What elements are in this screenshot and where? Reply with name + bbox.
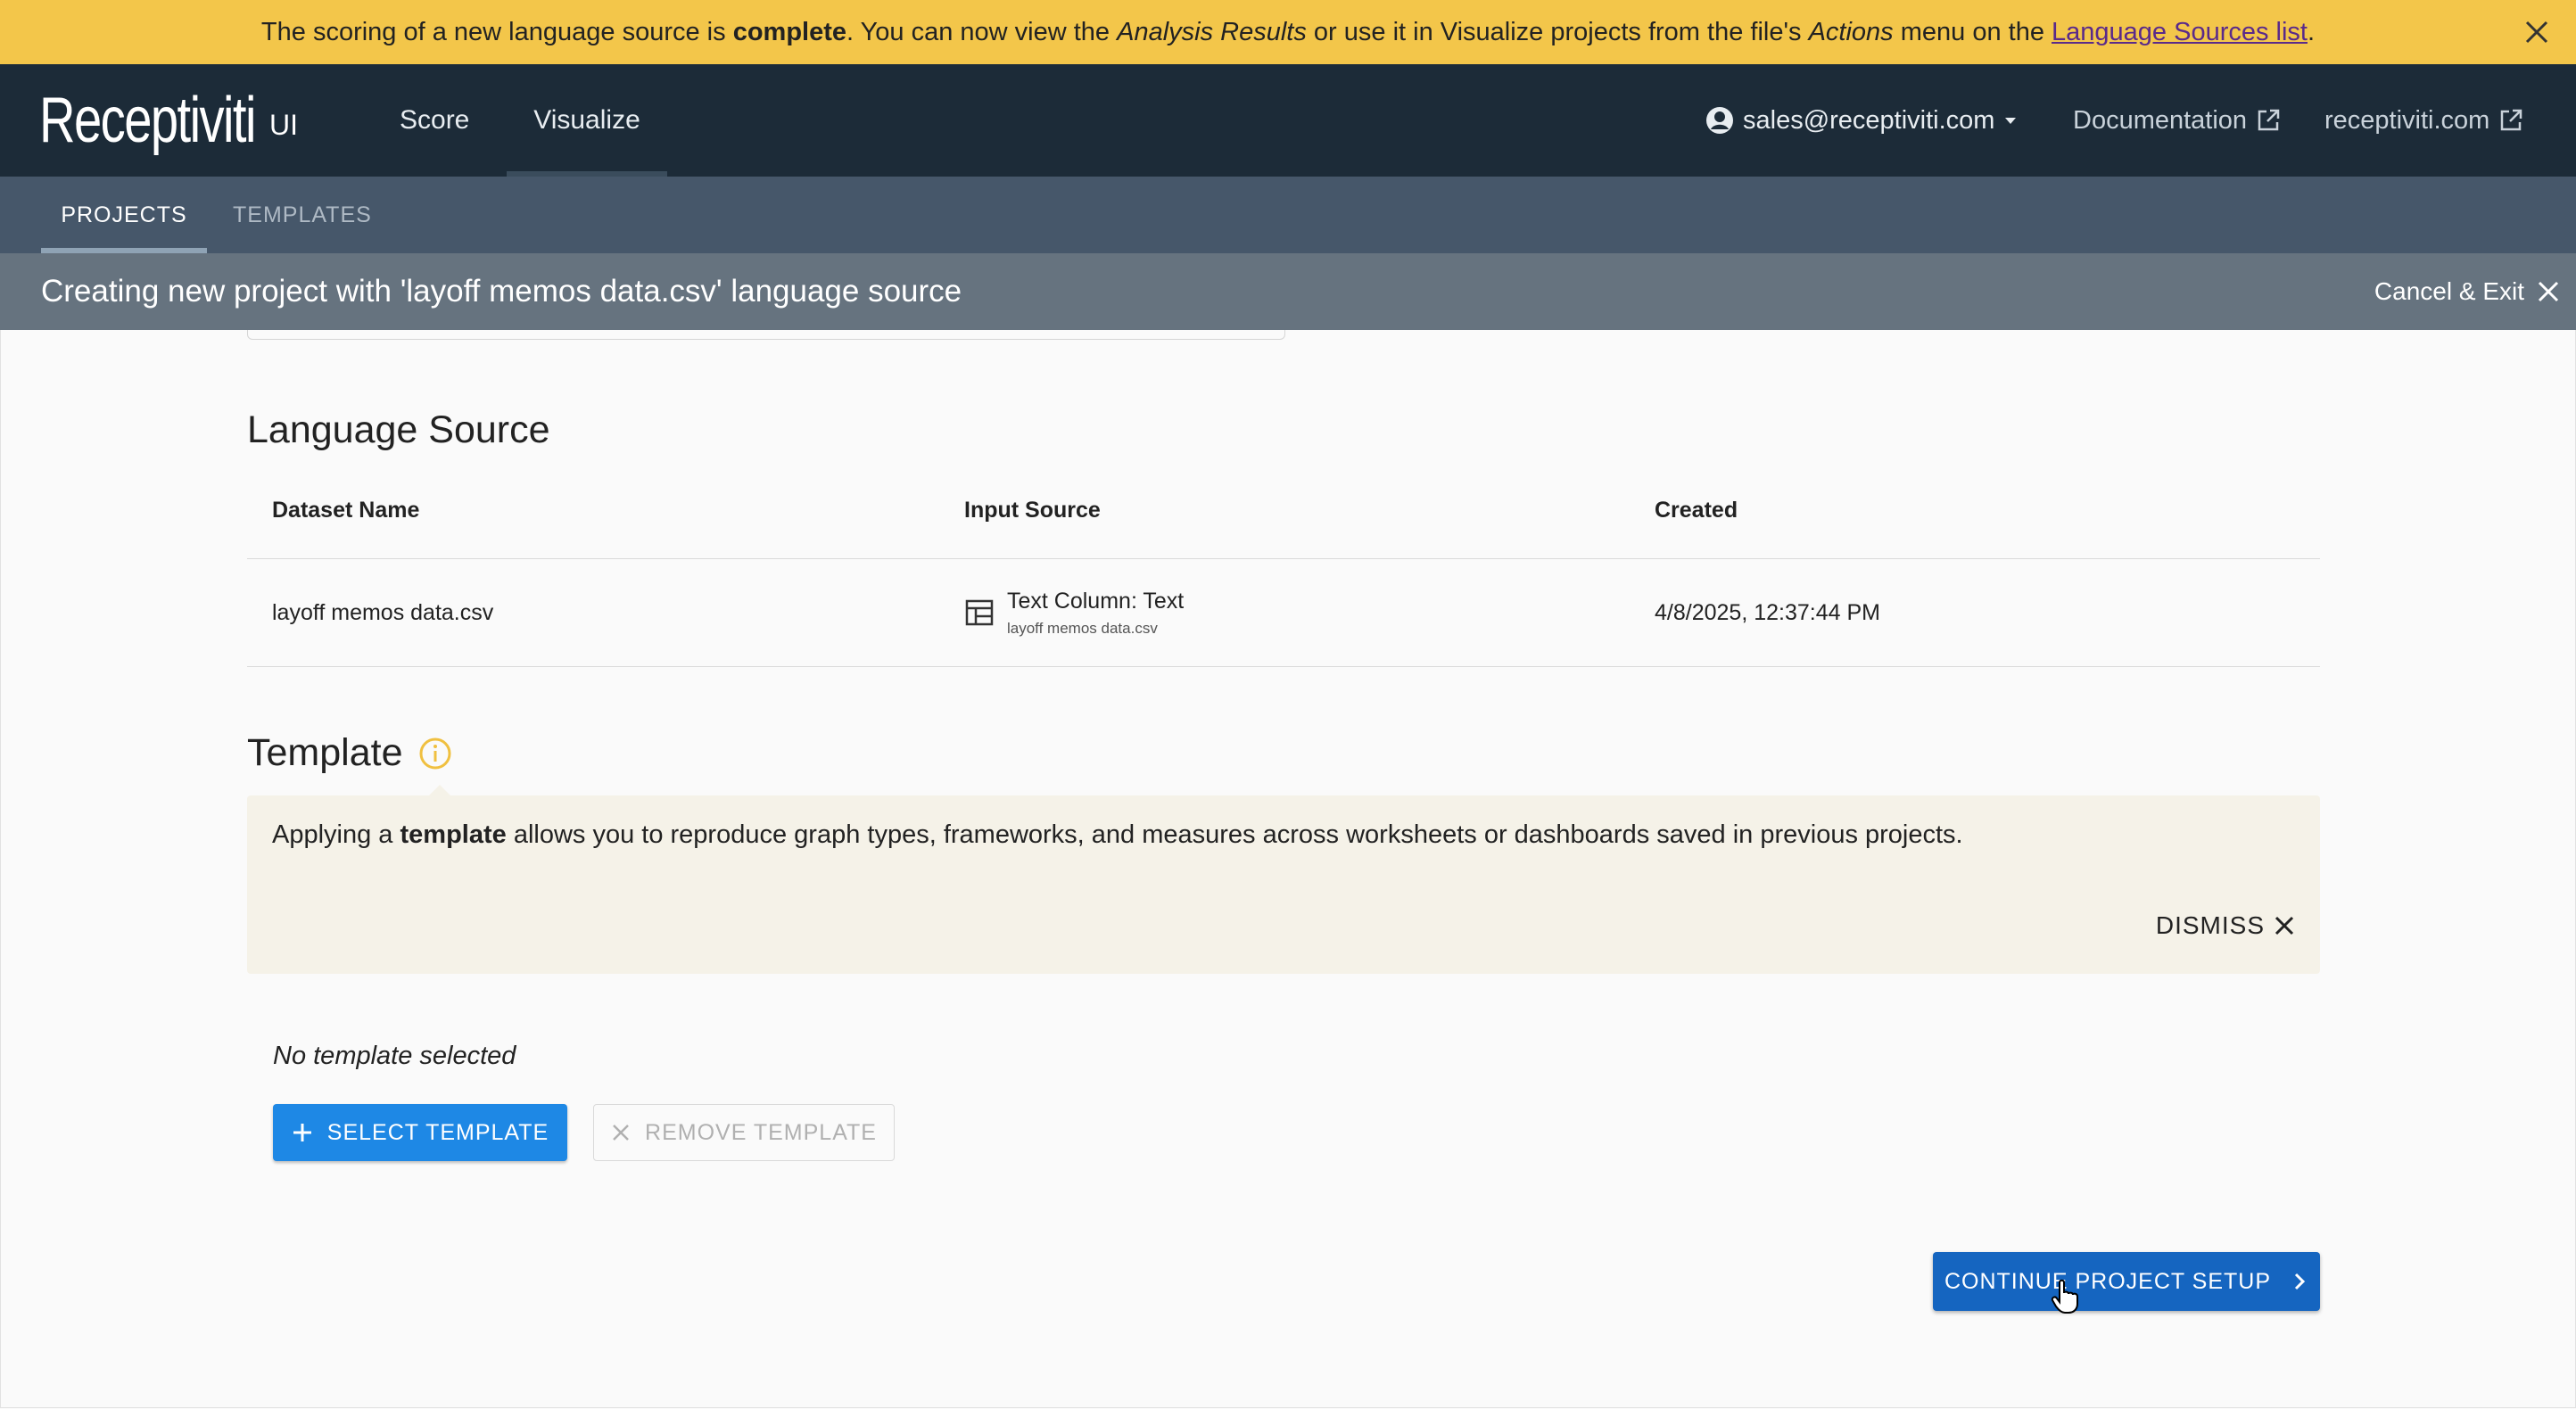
external-link-icon (2501, 109, 2522, 131)
template-info-text: Applying a template allows you to reprod… (272, 820, 1963, 849)
table-icon (965, 599, 994, 626)
cancel-exit-button[interactable]: Cancel & Exit (2374, 253, 2560, 330)
no-template-text: No template selected (273, 1042, 516, 1070)
column-header: Input Source (964, 497, 1101, 523)
create-project-bar: Creating new project with 'layoff memos … (0, 253, 2576, 330)
column-header: Dataset Name (272, 497, 420, 523)
info-icon[interactable] (418, 737, 452, 770)
info-box-pointer (429, 785, 450, 795)
tab-templates[interactable]: TEMPLATES (233, 177, 372, 253)
close-icon (2275, 916, 2294, 935)
banner-close-button[interactable] (2519, 14, 2555, 50)
nav-visualize[interactable]: Visualize (507, 64, 667, 177)
documentation-link[interactable]: Documentation (2073, 64, 2281, 177)
table-header: Dataset Name Input Source Created (247, 462, 2320, 559)
close-icon (2538, 281, 2559, 302)
input-source-sub: layoff memos data.csv (1007, 619, 1158, 637)
sub-navigation: PROJECTS TEMPLATES (0, 177, 2576, 253)
select-template-button[interactable]: SELECT TEMPLATE (273, 1104, 567, 1161)
receptiviti-site-link[interactable]: receptiviti.com (2324, 64, 2523, 177)
table-row: layoff memos data.csv Text Column: Text … (247, 559, 2320, 667)
create-project-title: Creating new project with 'layoff memos … (41, 274, 962, 309)
tab-projects[interactable]: PROJECTS (41, 177, 207, 253)
language-sources-link[interactable]: Language Sources list (2052, 18, 2308, 46)
close-icon (2525, 21, 2548, 44)
user-menu[interactable]: sales@receptiviti.com (1705, 64, 2018, 177)
plus-icon (293, 1124, 311, 1141)
template-heading: Template (247, 731, 452, 775)
language-source-table: Dataset Name Input Source Created layoff… (247, 462, 2320, 667)
banner-text: The scoring of a new language source is … (260, 17, 2316, 46)
logo-suffix: UI (269, 109, 298, 141)
account-circle-icon (1706, 107, 1733, 134)
previous-card-edge (247, 330, 1285, 340)
remove-template-button[interactable]: REMOVE TEMPLATE (593, 1104, 895, 1161)
main-content: Language Source Dataset Name Input Sourc… (0, 330, 2576, 1408)
nav-score[interactable]: Score (400, 64, 469, 177)
receptiviti-logo[interactable]: Receptiviti (39, 84, 256, 157)
notification-banner: The scoring of a new language source is … (0, 0, 2576, 65)
caret-down-icon (2005, 118, 2017, 124)
external-link-icon (2258, 109, 2280, 131)
hand-pointer-cursor-icon (2051, 1279, 2078, 1314)
input-source-main: Text Column: Text (1007, 588, 1185, 614)
continue-project-setup-button[interactable]: CONTINUE PROJECT SETUP (1933, 1252, 2320, 1311)
chevron-right-icon (2294, 1273, 2306, 1290)
column-header: Created (1655, 497, 1738, 523)
dismiss-button[interactable]: DISMISS (2156, 911, 2295, 940)
input-source-cell: Text Column: Text layoff memos data.csv (964, 559, 1184, 666)
dataset-name-cell: layoff memos data.csv (272, 599, 494, 625)
created-cell: 4/8/2025, 12:37:44 PM (1655, 599, 1880, 625)
template-info-box: Applying a template allows you to reprod… (247, 785, 2320, 974)
top-navigation: Receptiviti UI Score Visualize sales@rec… (0, 64, 2576, 177)
close-icon (613, 1125, 629, 1141)
language-source-heading: Language Source (247, 408, 550, 451)
